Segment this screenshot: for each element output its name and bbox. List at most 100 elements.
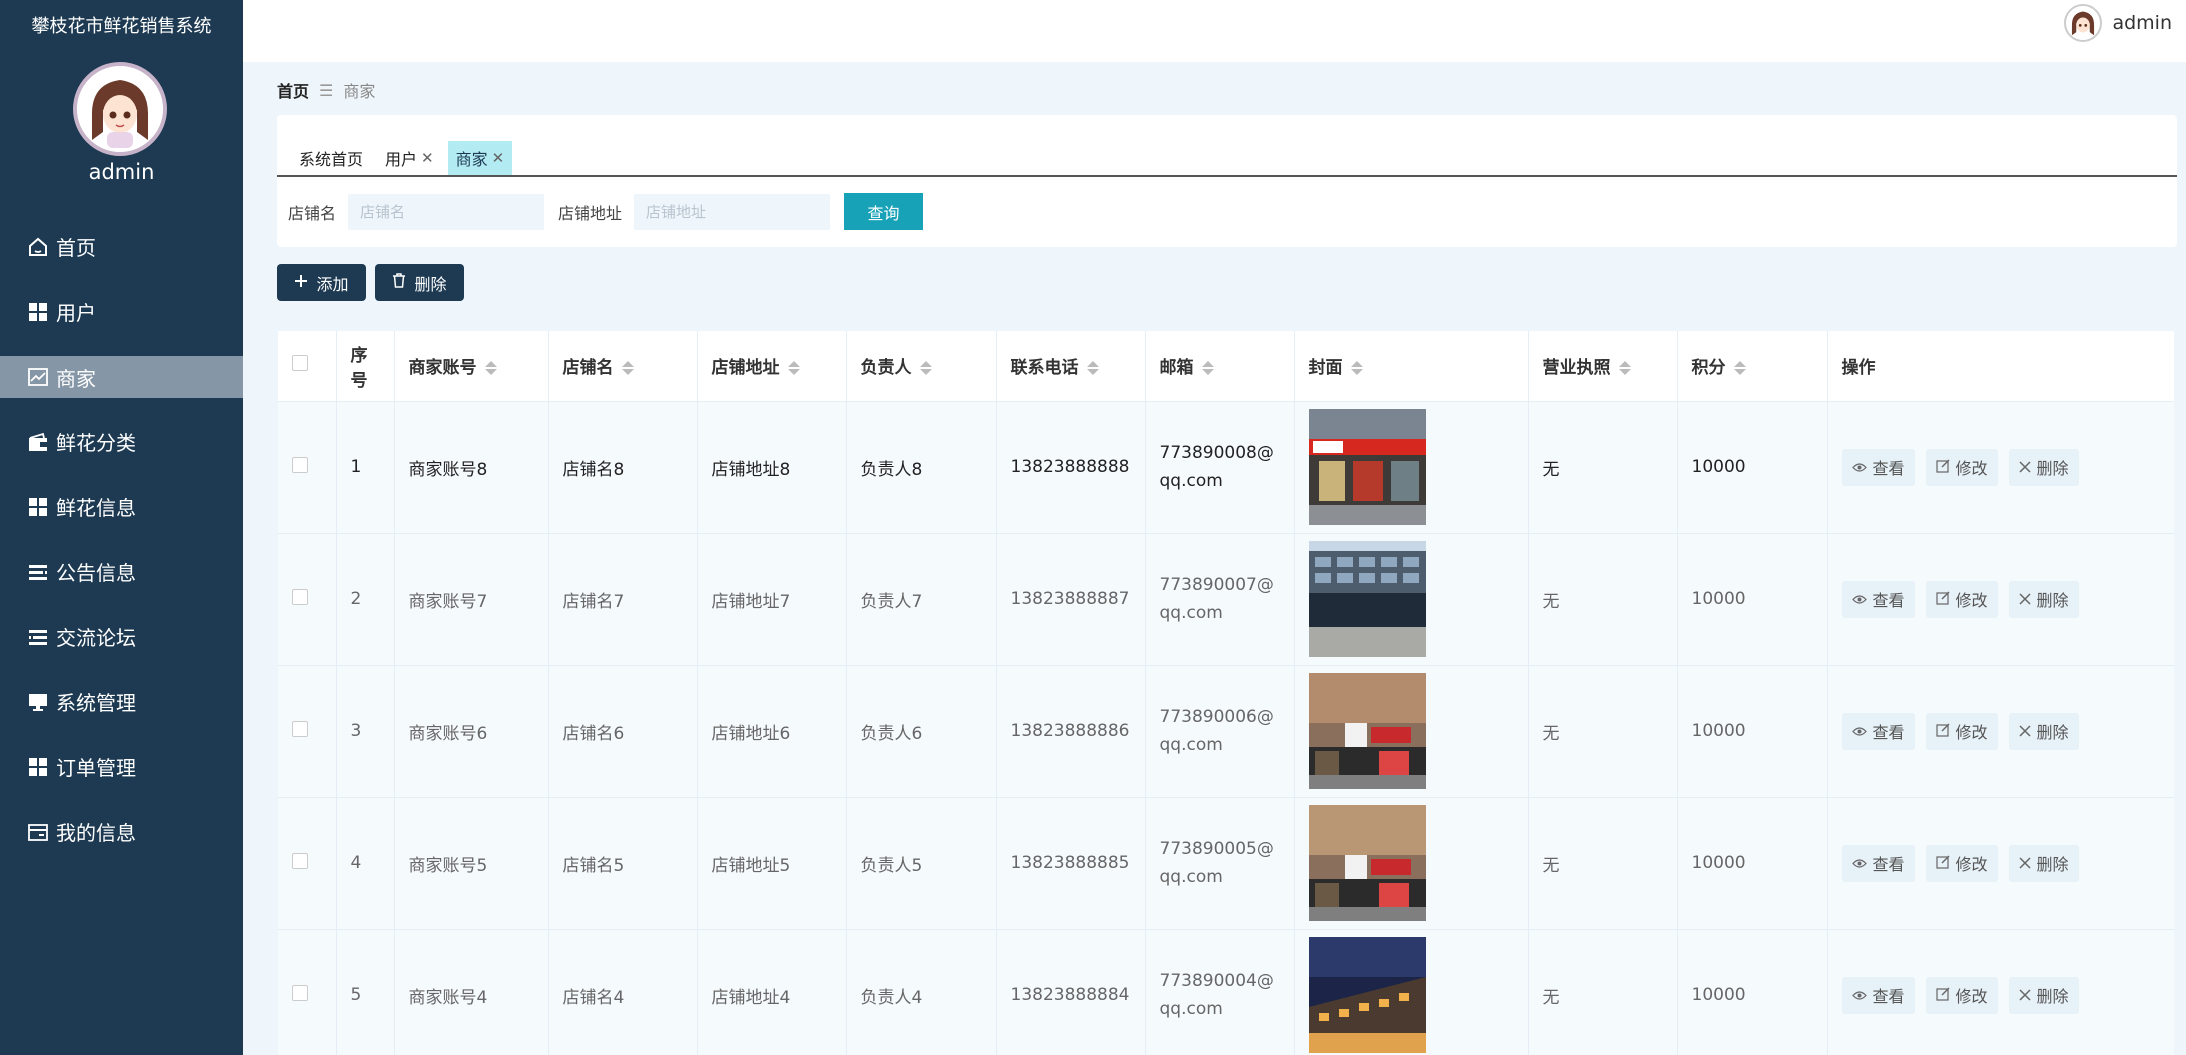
row-actions: 查看 修改 删除 [1827, 401, 2174, 534]
row-owner: 负责人5 [846, 797, 997, 930]
user-menu[interactable]: admin [2064, 4, 2172, 42]
view-button[interactable]: 查看 [1841, 712, 1915, 750]
row-delete-button[interactable]: 删除 [2008, 844, 2079, 882]
cover-image[interactable] [1308, 937, 1426, 1053]
view-label: 查看 [1872, 723, 1905, 742]
sidebar-item-announcements[interactable]: 公告信息 [0, 539, 243, 604]
column-header[interactable]: 商家账号 [394, 331, 549, 402]
add-button-label: 添加 [316, 274, 349, 294]
menu-icon: ☰ [319, 80, 334, 100]
row-checkbox[interactable] [292, 720, 308, 737]
sort-icon[interactable] [787, 361, 800, 376]
sidebar-item-merchants[interactable]: 商家 [0, 356, 243, 398]
sort-icon[interactable] [919, 361, 932, 376]
close-icon [2019, 590, 2031, 609]
column-header[interactable]: 店铺地址 [697, 331, 847, 402]
row-points: 10000 [1677, 929, 1828, 1055]
sidebar-item-orders[interactable]: 订单管理 [0, 734, 243, 799]
edit-button[interactable]: 修改 [1925, 448, 1998, 486]
row-delete-button[interactable]: 删除 [2008, 448, 2079, 486]
column-header[interactable]: 积分 [1677, 331, 1828, 402]
sidebar-item-flower-info[interactable]: 鲜花信息 [0, 474, 243, 539]
edit-button[interactable]: 修改 [1925, 844, 1998, 882]
row-checkbox[interactable] [292, 588, 308, 605]
eye-icon [1851, 986, 1867, 1005]
row-license: 无 [1528, 533, 1678, 666]
sidebar-item-forum[interactable]: 交流论坛 [0, 604, 243, 669]
close-icon[interactable]: ✕ [492, 149, 505, 167]
user-name: admin [2112, 12, 2172, 34]
cover-image[interactable] [1308, 673, 1426, 789]
column-header[interactable]: 联系电话 [996, 331, 1146, 402]
monitor-icon [26, 690, 50, 714]
close-icon [2019, 854, 2031, 873]
row-delete-button[interactable]: 删除 [2008, 976, 2079, 1014]
row-owner: 负责人6 [846, 665, 997, 798]
column-header[interactable]: 封面 [1294, 331, 1529, 402]
sidebar-item-my-info[interactable]: 我的信息 [0, 799, 243, 864]
cover-image[interactable] [1308, 409, 1426, 525]
column-header[interactable]: 店铺名 [548, 331, 698, 402]
row-shop-name: 店铺名4 [548, 929, 698, 1055]
table-header-row: 序号 商家账号 店铺名 店铺地址 负责人 联系电话 邮箱 封面 营业执照 积分 … [278, 331, 2174, 402]
breadcrumb-home[interactable]: 首页 [277, 78, 309, 102]
sort-icon[interactable] [1201, 361, 1214, 376]
row-shop-address: 店铺地址6 [697, 665, 847, 798]
row-phone: 13823888887 [996, 533, 1146, 666]
select-all-checkbox[interactable] [292, 355, 308, 372]
column-header[interactable]: 负责人 [846, 331, 997, 402]
tab-merchants[interactable]: 商家 ✕ [447, 141, 513, 175]
column-header[interactable]: 营业执照 [1528, 331, 1678, 402]
row-delete-button[interactable]: 删除 [2008, 712, 2079, 750]
view-button[interactable]: 查看 [1841, 976, 1915, 1014]
sort-icon[interactable] [1618, 361, 1631, 376]
row-delete-button[interactable]: 删除 [2008, 580, 2079, 618]
sidebar-item-users[interactable]: 用户 [0, 279, 243, 344]
plus-icon [294, 273, 308, 292]
sidebar-item-home[interactable]: 首页 [0, 214, 243, 279]
view-button[interactable]: 查看 [1841, 580, 1915, 618]
sort-icon[interactable] [1733, 361, 1746, 376]
tab-system-home[interactable]: 系统首页 [291, 141, 371, 175]
row-checkbox[interactable] [292, 456, 308, 473]
sidebar-item-system[interactable]: 系统管理 [0, 669, 243, 734]
cover-image[interactable] [1308, 805, 1426, 921]
column-header: 序号 [336, 331, 395, 402]
list-icon [26, 560, 50, 584]
eye-icon [1851, 458, 1867, 477]
sidebar-item-label: 鲜花信息 [56, 496, 136, 520]
row-select-cell [278, 401, 337, 534]
tab-label: 商家 [455, 150, 488, 169]
view-button[interactable]: 查看 [1841, 844, 1915, 882]
shop-address-input[interactable] [634, 193, 831, 230]
close-icon[interactable]: ✕ [421, 149, 434, 167]
sidebar-item-label: 公告信息 [56, 561, 136, 585]
edit-button[interactable]: 修改 [1925, 580, 1998, 618]
row-checkbox[interactable] [292, 984, 308, 1001]
sort-icon[interactable] [484, 361, 497, 376]
row-account: 商家账号4 [394, 929, 549, 1055]
row-checkbox[interactable] [292, 852, 308, 869]
sort-icon[interactable] [621, 361, 634, 376]
edit-button[interactable]: 修改 [1925, 976, 1998, 1014]
column-header[interactable]: 邮箱 [1145, 331, 1295, 402]
shop-name-input[interactable] [348, 193, 545, 230]
cover-image[interactable] [1308, 541, 1426, 657]
sort-icon[interactable] [1350, 361, 1363, 376]
sidebar-item-flower-category[interactable]: 鲜花分类 [0, 409, 243, 474]
edit-icon [1935, 590, 1950, 609]
row-select-cell [278, 797, 337, 930]
delete-button[interactable]: 删除 [375, 264, 464, 301]
tab-users[interactable]: 用户 ✕ [377, 141, 442, 175]
view-label: 查看 [1872, 591, 1905, 610]
edit-label: 修改 [1955, 855, 1988, 874]
row-shop-name: 店铺名5 [548, 797, 698, 930]
row-license: 无 [1528, 929, 1678, 1055]
view-button[interactable]: 查看 [1841, 448, 1915, 486]
edit-button[interactable]: 修改 [1925, 712, 1998, 750]
sidebar-menu: 首页 用户 商家 鲜花分类 鲜花信息 公告信息 交流论坛 系统管理 订单管理 我… [0, 214, 243, 864]
search-form: 店铺名 店铺地址 查询 [288, 193, 924, 230]
sort-icon[interactable] [1086, 361, 1099, 376]
query-button[interactable]: 查询 [844, 193, 924, 230]
add-button[interactable]: 添加 [277, 264, 366, 301]
